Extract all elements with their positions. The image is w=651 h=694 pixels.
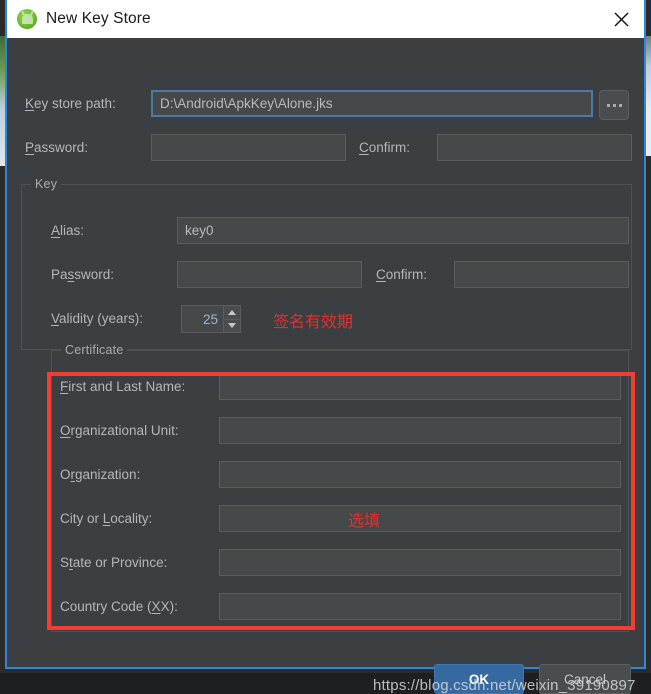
android-studio-icon [17,9,37,29]
key-password-input[interactable] [177,261,362,288]
certificate-group-title: Certificate [61,343,128,357]
ok-button[interactable]: OK [434,664,524,694]
key-confirm-label: Confirm: [376,267,428,282]
cancel-button[interactable]: Cancel [539,664,631,694]
cert-city-locality-input[interactable] [219,505,621,532]
browse-keystore-button[interactable] [599,90,629,120]
validity-increment-button[interactable] [224,306,240,320]
cert-first-last-name-label: First and Last Name: [60,379,186,394]
keystore-path-label: Key store path: [25,96,116,111]
key-password-label: Password: [51,267,115,282]
keystore-confirm-label: Confirm: [359,140,411,155]
key-validity-label: Validity (years): [51,311,144,326]
cert-city-locality-label: City or Locality: [60,511,153,526]
key-alias-input[interactable]: key0 [177,217,629,244]
cert-country-code-label: Country Code (XX): [60,599,178,614]
keystore-confirm-input[interactable] [437,134,632,161]
dialog-titlebar: New Key Store [7,0,644,38]
key-confirm-input[interactable] [454,261,629,288]
cert-organizational-unit-input[interactable] [219,417,621,444]
key-group-title: Key [31,177,62,191]
cert-state-province-label: State or Province: [60,555,168,570]
new-key-store-dialog: New Key Store Key store path: D:\Android… [5,0,646,694]
annotation-optional-note: 选填 [348,511,381,530]
keystore-password-input[interactable] [151,134,346,161]
keystore-path-label-mnemonic: K [25,96,35,111]
validity-decrement-button[interactable] [224,319,240,332]
window-title: New Key Store [46,10,151,27]
annotation-validity-note: 签名有效期 [273,312,354,331]
cert-first-last-name-input[interactable] [219,373,621,400]
close-icon[interactable] [598,0,644,38]
cert-state-province-input[interactable] [219,549,621,576]
dialog-body: Key store path: D:\Android\ApkKey\Alone.… [7,38,644,694]
cert-organization-input[interactable] [219,461,621,488]
key-alias-label: Alias: [51,223,85,238]
keystore-password-label: Password: [25,140,89,155]
cert-organization-label: Organization: [60,467,141,482]
cert-country-code-input[interactable] [219,593,621,620]
validity-spinner-buttons [223,306,240,332]
keystore-path-input[interactable]: D:\Android\ApkKey\Alone.jks [151,90,593,117]
key-validity-value: 25 [202,311,218,327]
key-validity-stepper[interactable]: 25 [181,305,241,333]
cert-organizational-unit-label: Organizational Unit: [60,423,179,438]
